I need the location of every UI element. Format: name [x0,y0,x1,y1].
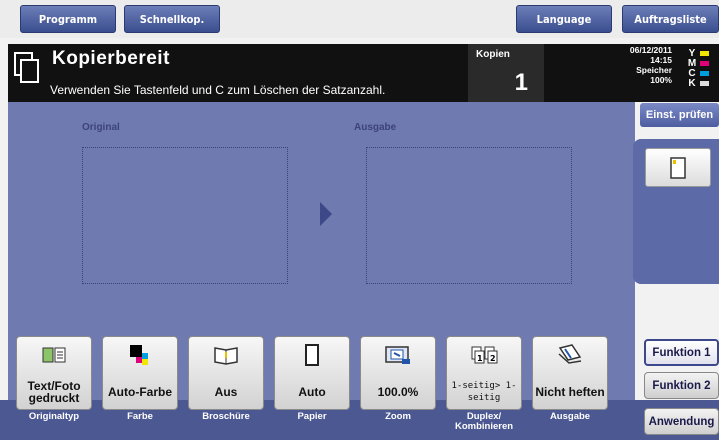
funktion2-tab[interactable]: Funktion 2 [644,372,719,399]
paper-tray-button[interactable] [645,148,711,187]
copy-count: 1 [514,69,528,96]
function-tiles: Text/Foto gedruckt Auto-Farbe Aus Auto 1… [8,330,635,440]
toner-levels: Y M C K [686,48,716,89]
paper-value: Auto [298,385,326,399]
original-type-icon [42,347,66,363]
auftragsliste-button[interactable]: Auftragsliste [622,5,719,33]
duplex-value: 1-seitig> 1-seitig [451,381,517,403]
copy-count-box: Kopien 1 [468,44,544,102]
original-label: Original [82,122,120,133]
label-duplex: Duplex/ Kombinieren [454,411,514,432]
copy-icon [14,52,39,83]
label-zoom: Zoom [385,411,411,422]
label-ausgabe: Ausgabe [549,411,591,422]
function-color[interactable]: Auto-Farbe [102,336,178,410]
function-original-type[interactable]: Text/Foto gedruckt [16,336,92,410]
duplex-icon: 1 2 [471,346,498,364]
label-broschuere: Broschüre [202,411,250,422]
paper-icon [305,344,319,366]
color-icon [130,345,148,365]
function-output[interactable]: Nicht heften [532,336,608,410]
zoom-value: 100.0% [377,385,419,399]
svg-text:2: 2 [490,354,496,363]
label-farbe: Farbe [127,411,153,422]
ausgabe-label: Ausgabe [354,122,397,133]
check-settings-button[interactable]: Einst. prüfen [640,103,719,127]
booklet-value: Aus [214,385,238,399]
top-bar: Programm Schnellkop. Language Auftragsli… [0,0,719,38]
function-paper[interactable]: Auto [274,336,350,410]
original-type-value: Text/Foto gedruckt [27,379,81,405]
staple-icon [558,344,582,364]
booklet-icon [214,347,238,365]
date-text: 06/12/2011 [629,45,672,55]
paper-status-panel [633,139,719,284]
toner-y: Y [686,48,716,59]
zoom-icon [385,346,410,364]
memory-value: 100% [650,75,672,85]
device-status: 06/12/2011 14:15 Speicher 100% [612,45,672,85]
output-preview [366,147,572,284]
page-title: Kopierbereit [52,48,170,69]
memory-label: Speicher [636,65,672,75]
function-booklet[interactable]: Aus [188,336,264,410]
schnellkop-button[interactable]: Schnellkop. [124,5,220,33]
label-papier: Papier [297,411,327,422]
label-originaltyp: Originaltyp [28,411,80,422]
toner-k: K [686,78,716,89]
status-header: Kopierbereit Verwenden Sie Tastenfeld un… [8,44,719,102]
color-value: Auto-Farbe [108,385,172,399]
programm-button[interactable]: Programm [20,5,116,33]
original-preview [82,147,288,284]
toner-m: M [686,58,716,69]
arrow-right-icon [320,202,332,226]
time-text: 14:15 [650,55,672,65]
paper-tray-icon [670,156,686,179]
funktion1-tab[interactable]: Funktion 1 [644,339,719,366]
language-button[interactable]: Language [516,5,612,33]
toner-c: C [686,68,716,79]
output-value: Nicht heften [535,385,605,399]
anwendung-tab[interactable]: Anwendung [644,408,719,435]
function-zoom[interactable]: 100.0% [360,336,436,410]
function-duplex[interactable]: 1 2 1-seitig> 1-seitig [446,336,522,410]
kopien-label: Kopien [476,49,510,60]
svg-text:1: 1 [477,354,483,363]
status-message: Verwenden Sie Tastenfeld und C zum Lösch… [50,83,386,97]
